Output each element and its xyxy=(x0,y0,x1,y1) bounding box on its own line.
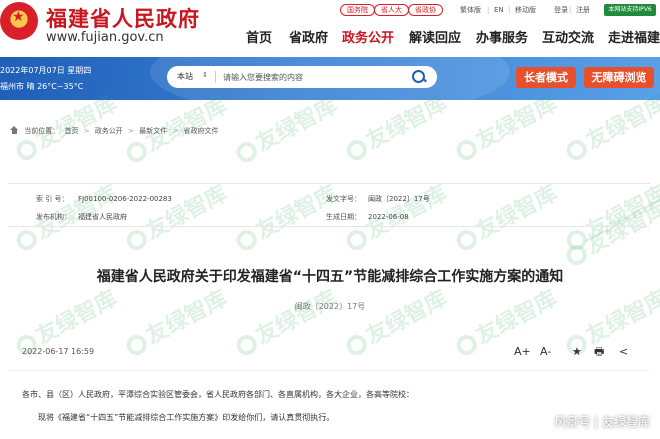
breadcrumb-separator: > xyxy=(128,127,134,135)
main-nav: 首页 省政府 政务公开 解读回应 办事服务 互动交流 走进福建 xyxy=(0,29,660,53)
source-watermark: 风景号 | 友绿智库 xyxy=(554,415,650,429)
article-doc-number: 闽政〔2022〕17号 xyxy=(294,302,366,311)
article-title: 福建省人民政府关于印发福建省“十四五”节能减排综合工作实施方案的通知 xyxy=(96,269,564,285)
accessible-browsing-button[interactable]: 无障碍浏览 xyxy=(584,67,654,88)
document-number-label: 发文字号： xyxy=(326,195,361,203)
nav-services[interactable]: 办事服务 xyxy=(476,29,528,49)
chevron-updown-icon[interactable]: ⇕ xyxy=(202,71,208,79)
breadcrumb-separator: > xyxy=(83,127,90,135)
search-icon[interactable] xyxy=(411,70,427,84)
link-provincial-cppcc[interactable]: 省政协 xyxy=(408,4,443,16)
search-box: 本站 ⇕ xyxy=(167,66,437,88)
breadcrumb-provincial-files[interactable]: 省政府文件 xyxy=(184,125,219,137)
search-scope-select[interactable]: 本站 xyxy=(177,71,193,82)
breadcrumb-government-affairs[interactable]: 政务公开 xyxy=(95,125,123,137)
ipv6-badge: 本网站支持IPV6 xyxy=(604,4,656,16)
article-paragraph: 现将《福建省“十四五”节能减排综合工作实施方案》印发给你们，请认真贯彻执行。 xyxy=(38,413,335,422)
link-english[interactable]: EN xyxy=(494,4,504,16)
link-provincial-congress[interactable]: 省人大 xyxy=(374,4,409,16)
nav-government-affairs[interactable]: 政务公开 xyxy=(342,29,394,49)
nav-interaction[interactable]: 互动交流 xyxy=(542,29,594,49)
link-separator: | xyxy=(508,6,511,14)
publish-time: 2022-06-17 16:59 xyxy=(22,347,95,356)
nav-home[interactable]: 首页 xyxy=(246,29,272,49)
link-separator: | xyxy=(487,6,490,14)
search-divider xyxy=(215,71,216,83)
publisher-value: 福建省人民政府 xyxy=(78,213,127,221)
weather-info: 福州市 晴 26°C~35°C xyxy=(0,82,84,91)
share-icon[interactable]: < xyxy=(619,345,628,359)
nav-interpretation[interactable]: 解读回应 xyxy=(409,29,461,49)
home-icon xyxy=(10,126,19,134)
article-paragraph: 各市、县（区）人民政府，平潭综合实验区管委会，省人民政府各部门、各直属机构，各大… xyxy=(22,390,414,399)
index-number-value: FJ00100-0206-2022-00283 xyxy=(78,195,172,203)
nav-about-fujian[interactable]: 走进福建 xyxy=(608,29,660,49)
font-decrease-button[interactable]: A- xyxy=(540,345,551,359)
link-state-council[interactable]: 国务院 xyxy=(340,4,375,16)
elder-mode-button[interactable]: 长者模式 xyxy=(516,67,576,88)
document-number-value: 闽政〔2022〕17号 xyxy=(368,195,430,203)
breadcrumb-latest-files[interactable]: 最新文件 xyxy=(139,125,167,137)
link-separator: | xyxy=(569,6,572,14)
publisher-label: 发布机构： xyxy=(36,213,71,221)
link-register[interactable]: 注册 xyxy=(576,4,590,16)
breadcrumb-separator: > xyxy=(172,127,179,135)
breadcrumb: 当前位置： 首页 > 政务公开 > 最新文件 > 省政府文件 xyxy=(10,125,222,137)
generated-date-value: 2022-06-08 xyxy=(368,213,409,221)
favorite-star-icon[interactable]: ★ xyxy=(572,345,582,359)
current-date: 2022年07月07日 星期四 xyxy=(0,66,92,75)
font-increase-button[interactable]: A+ xyxy=(514,345,531,359)
link-login[interactable]: 登录 xyxy=(554,4,568,16)
index-number-label: 索 引 号： xyxy=(36,195,69,203)
print-icon[interactable]: 🖶 xyxy=(594,345,604,359)
link-mobile[interactable]: 移动版 xyxy=(515,4,536,16)
link-traditional[interactable]: 繁体版 xyxy=(460,4,481,16)
site-header: 福建省人民政府 www.fujian.gov.cn 国务院 省人大 省政协 繁体… xyxy=(0,0,660,56)
breadcrumb-prefix: 当前位置： xyxy=(24,127,60,135)
nav-provincial-government[interactable]: 省政府 xyxy=(289,29,328,49)
generated-date-label: 生成日期： xyxy=(326,213,361,221)
divider xyxy=(8,370,650,371)
search-input[interactable] xyxy=(223,70,403,84)
article-toolbar: 2022-06-17 16:59 A+ A- ★ 🖶 < xyxy=(8,343,650,363)
breadcrumb-home[interactable]: 首页 xyxy=(64,125,78,137)
